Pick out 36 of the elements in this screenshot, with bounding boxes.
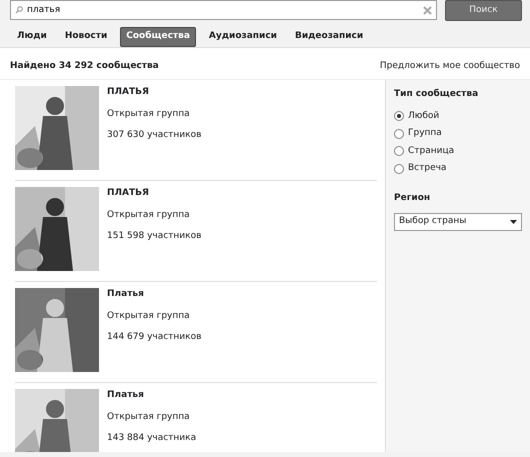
group-title[interactable]: ПЛАТЬЯ — [107, 187, 202, 200]
tab[interactable]: Люди — [12, 27, 52, 47]
results-count: Найдено 34 292 сообщества — [10, 60, 159, 73]
group-type: Открытая группа — [107, 208, 191, 222]
tab[interactable]: Видеозаписи — [290, 27, 368, 47]
tab[interactable]: Новости — [60, 27, 112, 47]
search-icon — [15, 6, 23, 14]
option-label: Встреча — [408, 162, 446, 175]
group-type: Открытая группа — [107, 310, 191, 322]
suggest-link[interactable]: Предложить мое сообщество — [380, 60, 520, 79]
member-count: 151 598 участников — [107, 230, 202, 243]
radio-button[interactable] — [394, 164, 404, 174]
group-title[interactable]: Платья — [107, 288, 202, 302]
member-count: 143 884 участника — [107, 432, 196, 445]
tab[interactable]: Аудиозаписи — [204, 27, 282, 47]
group-title[interactable]: Платья — [107, 389, 196, 402]
caret-icon — [510, 220, 517, 224]
filter-heading: Тип сообщества — [394, 88, 480, 101]
radio-button[interactable] — [394, 146, 404, 156]
member-count: 144 679 участников — [107, 331, 202, 344]
country-select[interactable]: Выбор страны — [394, 213, 522, 231]
member-count: 307 630 участников — [107, 129, 202, 142]
radio-button[interactable] — [394, 111, 404, 122]
option-label: Группа — [408, 127, 442, 140]
group-type: Открытая группа — [107, 108, 191, 120]
search-button[interactable]: Поиск — [445, 0, 522, 21]
group-title[interactable]: ПЛАТЬЯ — [107, 86, 202, 100]
tab[interactable]: Сообщества — [120, 27, 196, 47]
option-label: Любой — [408, 110, 440, 122]
group-type: Открытая группа — [107, 410, 191, 424]
radio-button[interactable] — [394, 128, 404, 139]
option-label: Страница — [408, 144, 454, 158]
select-value: Выбор страны — [399, 215, 466, 228]
search-field[interactable]: платья — [10, 0, 437, 20]
filter-heading: Регион — [394, 192, 432, 204]
clear-icon[interactable] — [423, 6, 432, 15]
